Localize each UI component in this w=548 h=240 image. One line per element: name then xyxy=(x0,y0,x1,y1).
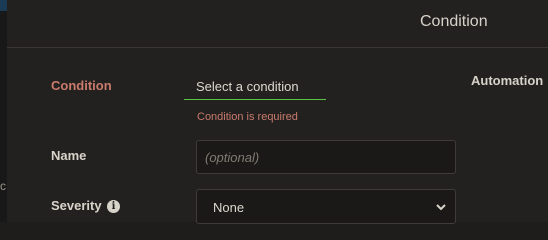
background-edge-text: c xyxy=(0,180,6,192)
condition-error-message: Condition is required xyxy=(197,111,298,123)
severity-select[interactable]: None xyxy=(196,189,456,224)
severity-select-value: None xyxy=(213,200,245,215)
info-icon[interactable]: i xyxy=(107,200,120,213)
severity-label: Severity xyxy=(51,198,102,213)
background-tab xyxy=(0,0,7,11)
name-label: Name xyxy=(51,148,87,163)
name-input[interactable] xyxy=(196,140,456,174)
background-window-edge: c xyxy=(0,0,7,222)
panel-header: Condition xyxy=(7,0,548,48)
condition-select-value: Select a condition xyxy=(196,79,299,94)
condition-select[interactable]: Select a condition xyxy=(184,73,326,100)
automation-label: Automation xyxy=(471,73,544,88)
chevron-down-icon xyxy=(436,204,446,211)
condition-panel: Condition Condition Select a condition C… xyxy=(7,0,548,224)
condition-label: Condition xyxy=(51,78,112,93)
panel-title: Condition xyxy=(420,13,488,30)
